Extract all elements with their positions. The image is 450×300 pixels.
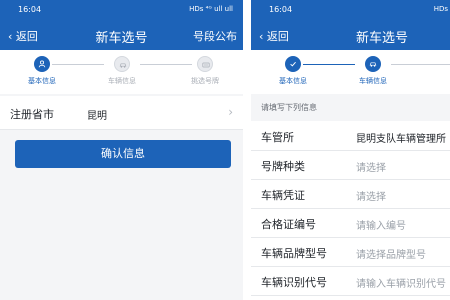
step-label: 挑选号牌 bbox=[191, 77, 219, 85]
header: 16:04 HDs ⁴ᴳ ull ull ‹ 返回 新车选号 号段公布 bbox=[0, 0, 243, 50]
field-label: 车管所 bbox=[261, 131, 294, 144]
registration-city-row[interactable]: 注册省市 昆明 › bbox=[0, 96, 243, 130]
field-value: 请选择 bbox=[356, 163, 386, 174]
step-basic-info[interactable]: 基本信息 bbox=[12, 56, 72, 86]
step-basic-info[interactable]: 基本信息 bbox=[263, 56, 323, 86]
status-bar: 16:04 HDs bbox=[251, 0, 450, 20]
status-icons: HDs bbox=[433, 5, 448, 13]
field-label: 车辆凭证 bbox=[261, 189, 305, 202]
step-label: 车辆信息 bbox=[359, 77, 387, 85]
step-select-plate[interactable]: 挑选号牌 bbox=[175, 56, 235, 86]
status-time: 16:04 bbox=[269, 5, 293, 14]
status-icons: HDs ⁴ᴳ ull ull bbox=[189, 5, 233, 13]
form-row-plate-type[interactable]: 号牌种类 请选择 bbox=[251, 151, 450, 180]
step-vehicle-info[interactable]: 车辆信息 bbox=[92, 56, 152, 86]
screen-vehicle-info: 16:04 HDs ‹ 返回 新车选号 基本信息 车辆信息 请填写下列信息 车管… bbox=[251, 0, 450, 300]
field-value: 请输入车辆识别代号 bbox=[356, 279, 446, 290]
step-label: 基本信息 bbox=[279, 77, 307, 85]
check-icon bbox=[290, 61, 296, 67]
field-label: 合格证编号 bbox=[261, 218, 316, 231]
step-circle bbox=[365, 56, 381, 72]
plate-icon bbox=[202, 62, 210, 68]
field-label: 车辆品牌型号 bbox=[261, 247, 327, 260]
step-label: 车辆信息 bbox=[108, 77, 136, 85]
field-value: 请选择品牌型号 bbox=[356, 250, 426, 261]
header: 16:04 HDs ‹ 返回 新车选号 bbox=[251, 0, 450, 50]
number-segment-button[interactable]: 号段公布 bbox=[193, 28, 237, 44]
chevron-right-icon: › bbox=[228, 105, 233, 119]
confirm-button[interactable]: 确认信息 bbox=[15, 140, 231, 168]
car-icon bbox=[369, 62, 377, 67]
field-value: 昆明支队车辆管理所 bbox=[356, 134, 446, 145]
field-value: 昆明 bbox=[87, 111, 107, 122]
nav-bar: ‹ 返回 新车选号 号段公布 bbox=[0, 20, 243, 50]
step-circle bbox=[285, 56, 301, 72]
status-bar: 16:04 HDs ⁴ᴳ ull ull bbox=[0, 0, 243, 20]
user-icon bbox=[38, 60, 46, 68]
form-row-certificate-number[interactable]: 合格证编号 请输入编号 bbox=[251, 209, 450, 238]
field-value: 请选择 bbox=[356, 192, 386, 203]
step-label: 基本信息 bbox=[28, 77, 56, 85]
field-label: 注册省市 bbox=[10, 108, 54, 121]
nav-bar: ‹ 返回 新车选号 bbox=[251, 20, 450, 50]
step-vehicle-info[interactable]: 车辆信息 bbox=[343, 56, 403, 86]
hint-text: 请填写下列信息 bbox=[261, 103, 317, 112]
status-time: 16:04 bbox=[18, 5, 42, 14]
step-circle bbox=[114, 56, 130, 72]
form-row-vin[interactable]: 车辆识别代号 请输入车辆识别代号 bbox=[251, 267, 450, 296]
step-circle bbox=[34, 56, 50, 72]
screenshot-stage: 16:04 HDs ⁴ᴳ ull ull ‹ 返回 新车选号 号段公布 基本信息… bbox=[0, 0, 450, 300]
car-icon bbox=[119, 63, 127, 68]
form-row-vehicle-voucher[interactable]: 车辆凭证 请选择 bbox=[251, 180, 450, 209]
step-circle bbox=[197, 56, 213, 72]
form-row-vehicle-office[interactable]: 车管所 昆明支队车辆管理所 bbox=[251, 122, 450, 151]
page-title: 新车选号 bbox=[355, 31, 408, 46]
step-indicator: 基本信息 车辆信息 挑选号牌 bbox=[0, 50, 243, 94]
form-hint: 请填写下列信息 bbox=[251, 94, 450, 121]
step-indicator: 基本信息 车辆信息 bbox=[251, 50, 450, 94]
screen-basic-info: 16:04 HDs ⁴ᴳ ull ull ‹ 返回 新车选号 号段公布 基本信息… bbox=[0, 0, 243, 300]
field-value: 请输入编号 bbox=[356, 221, 406, 232]
field-label: 车辆识别代号 bbox=[261, 276, 327, 289]
field-label: 号牌种类 bbox=[261, 160, 305, 173]
form-row-brand-model[interactable]: 车辆品牌型号 请选择品牌型号 bbox=[251, 238, 450, 267]
